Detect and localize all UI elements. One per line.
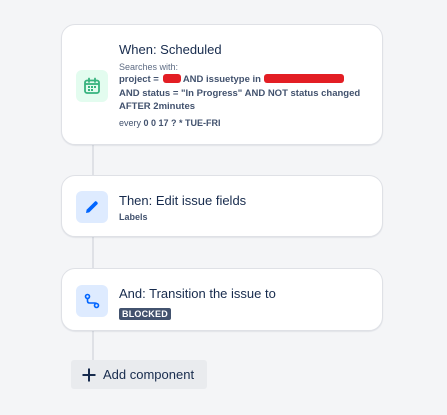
jql-line-1: project = AND issuetype in bbox=[119, 73, 360, 87]
jql-line-3: AFTER 2minutes bbox=[119, 101, 196, 112]
calendar-icon bbox=[76, 70, 108, 102]
status-lozenge: BLOCKED bbox=[119, 308, 171, 320]
connector-line-1 bbox=[92, 145, 94, 175]
jql-project: project = bbox=[119, 74, 159, 85]
action-card[interactable]: Then: Edit issue fields Labels bbox=[61, 175, 383, 237]
jql-line-2: AND status = "In Progress" AND NOT statu… bbox=[119, 87, 361, 99]
redacted-issuetype bbox=[263, 74, 344, 83]
connector-line-3 bbox=[92, 331, 94, 361]
transition-card[interactable]: And: Transition the issue to BLOCKED bbox=[61, 268, 383, 331]
redacted-project bbox=[162, 74, 181, 83]
pencil-icon bbox=[76, 191, 108, 223]
transition-title: And: Transition the issue to bbox=[119, 286, 276, 301]
add-component-label: Add component bbox=[103, 367, 195, 382]
connector-line-2 bbox=[92, 237, 94, 268]
action-title: Then: Edit issue fields bbox=[119, 193, 247, 208]
action-detail: Labels bbox=[119, 212, 148, 222]
transition-icon bbox=[76, 285, 108, 317]
searches-label: Searches with: bbox=[119, 62, 179, 72]
schedule-line: every 0 0 17 ? * TUE-FRI bbox=[119, 116, 360, 130]
plus-icon bbox=[81, 367, 97, 383]
schedule-value: 0 0 17 ? * TUE-FRI bbox=[143, 117, 221, 128]
schedule-prefix: every bbox=[119, 117, 142, 128]
add-component-button[interactable]: Add component bbox=[71, 360, 207, 389]
trigger-title: When: Scheduled bbox=[119, 42, 222, 57]
jql-issuetype: AND issuetype in bbox=[182, 74, 261, 85]
trigger-card[interactable]: When: Scheduled Searches with: project =… bbox=[61, 24, 383, 145]
